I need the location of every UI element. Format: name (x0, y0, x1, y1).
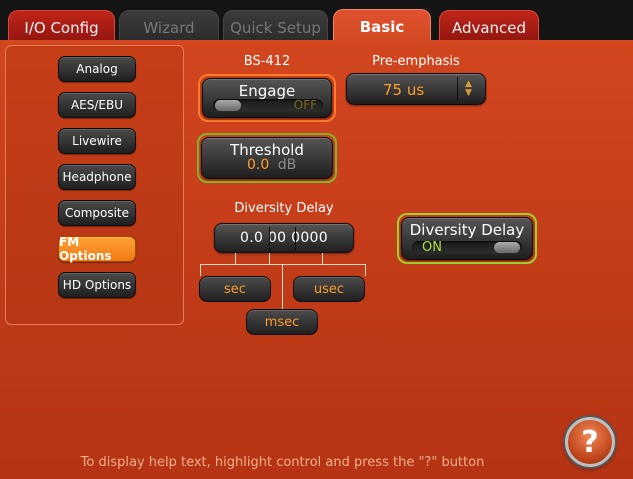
tab-io-config[interactable]: I/O Config (8, 10, 115, 44)
sidebar-item-analog[interactable]: Analog (58, 56, 136, 82)
tab-wizard[interactable]: Wizard (119, 10, 219, 44)
diversity-toggle-state: ON (422, 240, 442, 255)
main-panel: Analog AES/EBU Livewire Headphone Compos… (0, 40, 633, 479)
preemphasis-select[interactable]: 75 us ▲ ▼ (346, 73, 486, 105)
delay-separator (295, 227, 296, 251)
connector-line (200, 264, 201, 276)
tab-advanced[interactable]: Advanced (439, 10, 539, 44)
connector-line (365, 264, 366, 276)
sidebar-item-composite[interactable]: Composite (58, 200, 136, 226)
engage-toggle[interactable]: Engage OFF (202, 78, 332, 118)
preemphasis-label: Pre-emphasis (372, 54, 460, 69)
toggle-knob-icon (494, 242, 520, 253)
engage-toggle-track: OFF (213, 98, 323, 112)
connector-line (282, 264, 283, 309)
msec-button[interactable]: msec (246, 309, 318, 335)
help-hint-text: To display help text, highlight control … (80, 455, 485, 470)
tab-bar: I/O Config Wizard Quick Setup Basic Adva… (0, 0, 633, 44)
sidebar-item-headphone[interactable]: Headphone (58, 164, 136, 190)
threshold-value: 0.0 (247, 157, 270, 173)
toggle-knob-icon (215, 100, 241, 111)
preemphasis-value: 75 us (383, 81, 425, 99)
bs412-label: BS-412 (243, 54, 291, 69)
tab-quick-setup[interactable]: Quick Setup (223, 10, 328, 44)
delay-microseconds: 0000 (291, 230, 328, 246)
sidebar-item-fm-options[interactable]: FM Options (58, 235, 136, 263)
threshold-readout: 0.0 dB (247, 157, 296, 173)
diversity-delay-value-box[interactable]: 0.0 00 0000 (214, 223, 354, 253)
connector-line (200, 264, 366, 265)
input-category-group: Analog AES/EBU Livewire Headphone Compos… (5, 45, 184, 325)
diversity-toggle-track: ON (412, 240, 522, 255)
engage-state: OFF (293, 98, 317, 112)
up-down-arrows-icon[interactable]: ▲ ▼ (457, 77, 479, 101)
threshold-control[interactable]: Threshold 0.0 dB (201, 137, 333, 179)
diversity-delay-readout: 0.0 00 0000 (215, 230, 353, 246)
threshold-focus-ring: Threshold 0.0 dB (197, 133, 337, 183)
diversity-delay-label: Diversity Delay (234, 201, 334, 216)
tab-basic[interactable]: Basic (333, 9, 431, 43)
engage-focus-ring: Engage OFF (198, 74, 336, 122)
sidebar-item-aes-ebu[interactable]: AES/EBU (58, 92, 136, 118)
diversity-toggle-title: Diversity Delay (409, 221, 525, 239)
usec-button[interactable]: usec (293, 276, 365, 302)
sidebar-item-livewire[interactable]: Livewire (58, 128, 136, 154)
delay-separator (269, 227, 270, 251)
help-question-icon[interactable]: ? (565, 417, 615, 467)
threshold-unit: dB (277, 157, 297, 173)
sidebar-item-hd-options[interactable]: HD Options (58, 272, 136, 298)
diversity-delay-focus-ring: Diversity Delay ON (397, 213, 537, 264)
delay-seconds: 0.0 (240, 230, 264, 246)
diversity-delay-toggle[interactable]: Diversity Delay ON (401, 217, 533, 260)
delay-milliseconds: 00 (267, 230, 287, 246)
sec-button[interactable]: sec (199, 276, 271, 302)
